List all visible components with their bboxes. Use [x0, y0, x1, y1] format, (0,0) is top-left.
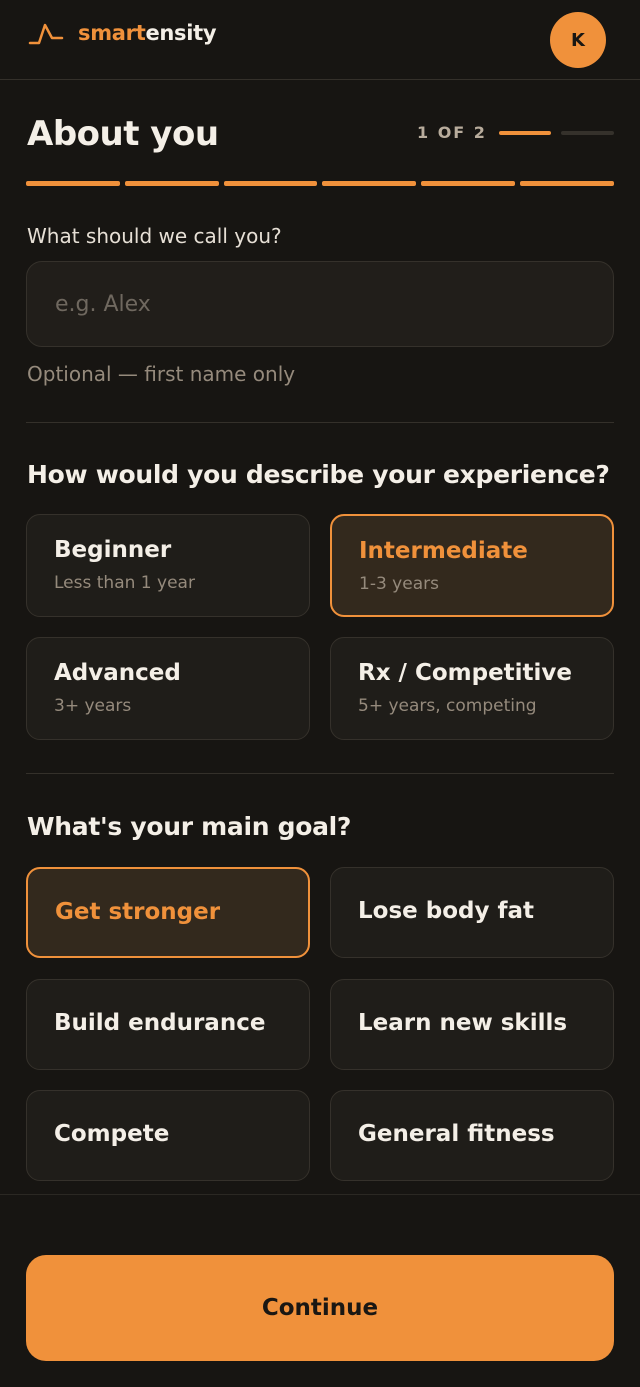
step-bar-inactive	[561, 131, 614, 135]
section-divider	[26, 422, 614, 423]
goal-option-learn-new-skills[interactable]: Learn new skills	[330, 979, 614, 1070]
goal-option-get-stronger[interactable]: Get stronger	[26, 867, 310, 958]
brand-name-accent: smart	[78, 21, 146, 45]
brand-name: smartensity	[78, 18, 217, 48]
brand-logo[interactable]: smartensity	[28, 18, 217, 48]
step-indicator: 1 OF 2	[417, 123, 487, 142]
experience-option-rx-competitive[interactable]: Rx / Competitive 5+ years, competing	[330, 637, 614, 740]
continue-button[interactable]: Continue	[26, 1255, 614, 1361]
option-title: Learn new skills	[358, 1010, 568, 1036]
goal-option-lose-body-fat[interactable]: Lose body fat	[330, 867, 614, 958]
option-title: Compete	[54, 1121, 170, 1147]
brand-name-rest: ensity	[145, 21, 217, 45]
option-title: Build endurance	[54, 1010, 266, 1036]
name-input[interactable]	[26, 261, 614, 347]
option-title: Lose body fat	[358, 898, 535, 924]
name-hint: Optional — first name only	[27, 362, 296, 386]
name-label: What should we call you?	[27, 224, 282, 248]
section-divider	[26, 773, 614, 774]
goal-option-compete[interactable]: Compete	[26, 1090, 310, 1181]
progress-segment	[520, 181, 614, 186]
option-subtitle: Less than 1 year	[54, 573, 195, 593]
app-header: smartensity K	[0, 0, 640, 80]
progress-segment	[322, 181, 417, 186]
goal-option-general-fitness[interactable]: General fitness	[330, 1090, 614, 1181]
experience-question: How would you describe your experience?	[27, 460, 610, 489]
page-title: About you	[27, 114, 219, 154]
progress-segment	[421, 181, 516, 186]
option-title: Intermediate	[359, 538, 528, 564]
goal-option-build-endurance[interactable]: Build endurance	[26, 979, 310, 1070]
step-bar-active	[499, 131, 551, 135]
option-title: Beginner	[54, 537, 172, 563]
progress-segment	[124, 181, 219, 186]
graph-line-logo-icon	[28, 23, 64, 45]
experience-option-advanced[interactable]: Advanced 3+ years	[26, 637, 310, 740]
goal-question: What's your main goal?	[27, 812, 352, 841]
footer-divider	[0, 1194, 640, 1195]
section-progress-bar	[26, 181, 614, 186]
user-avatar[interactable]: K	[550, 12, 606, 68]
option-subtitle: 5+ years, competing	[358, 696, 537, 716]
option-title: Get stronger	[55, 899, 221, 925]
option-title: General fitness	[358, 1121, 555, 1147]
option-title: Advanced	[54, 660, 181, 686]
experience-option-intermediate[interactable]: Intermediate 1-3 years	[330, 514, 614, 617]
progress-segment	[223, 181, 318, 186]
option-subtitle: 3+ years	[54, 696, 132, 716]
experience-option-beginner[interactable]: Beginner Less than 1 year	[26, 514, 310, 617]
progress-segment	[26, 181, 120, 186]
option-subtitle: 1-3 years	[359, 574, 439, 594]
option-title: Rx / Competitive	[358, 660, 573, 686]
